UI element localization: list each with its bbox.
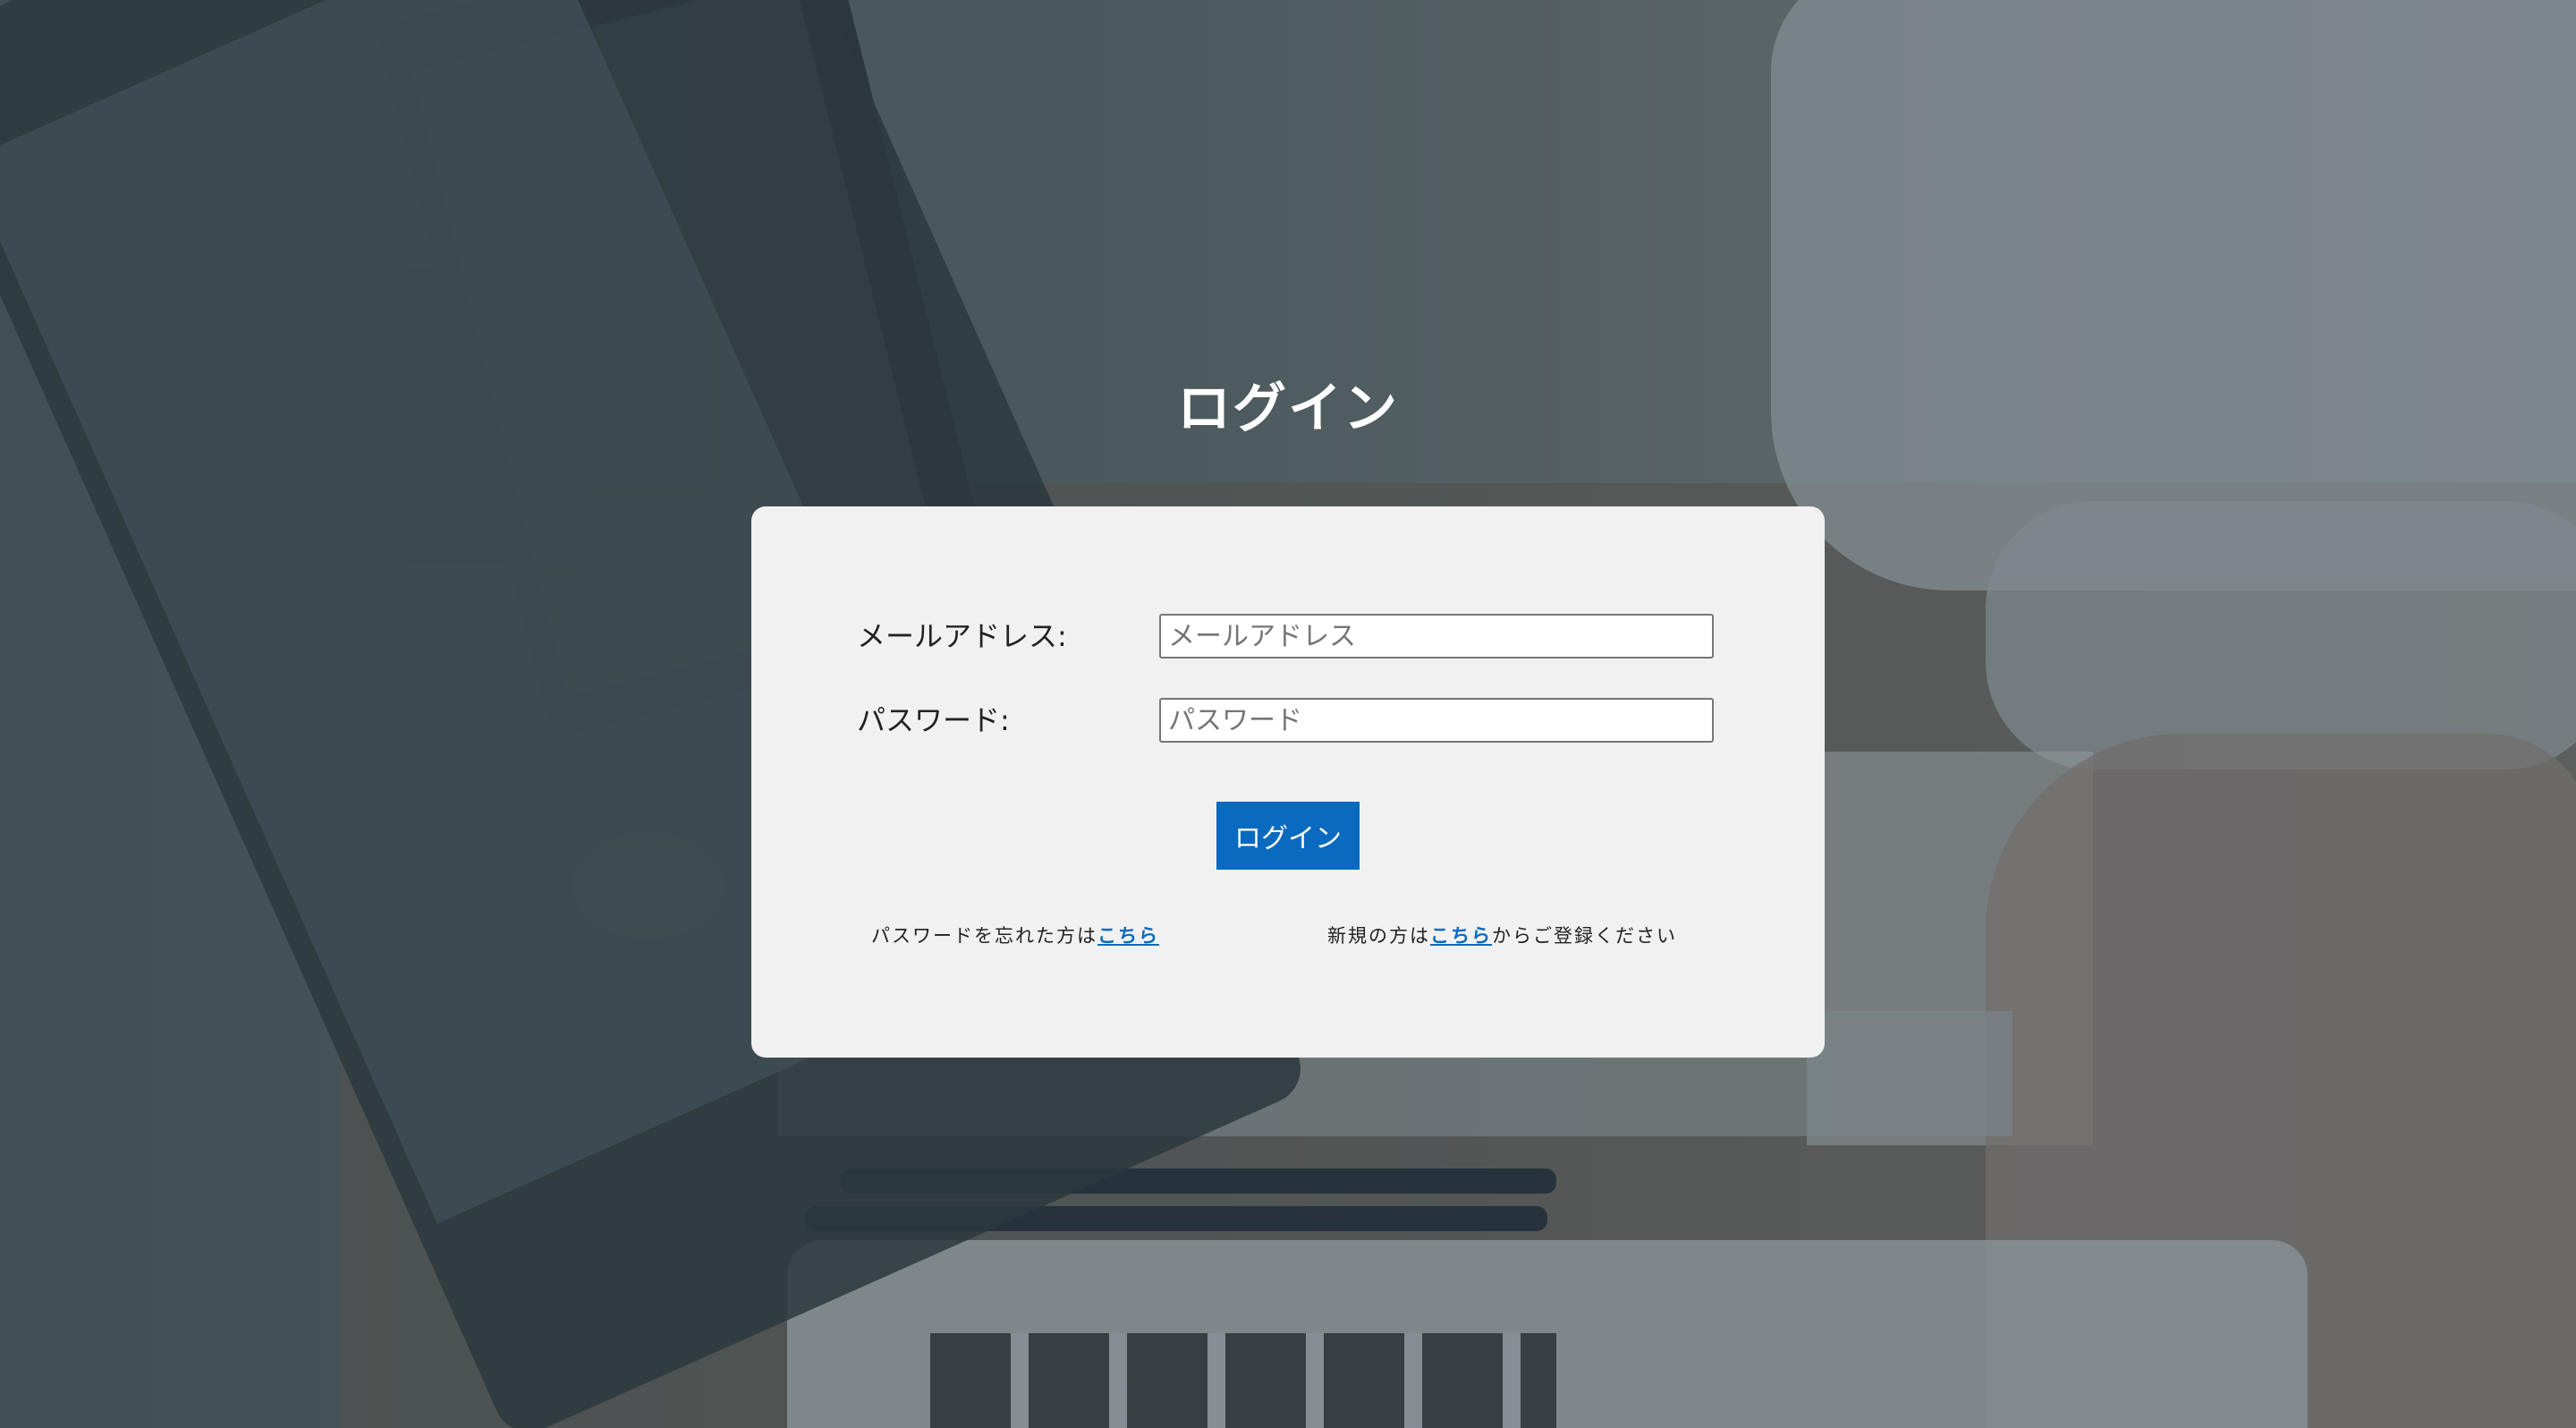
register-suffix: からご登録ください [1492, 925, 1677, 947]
register-text: 新規の方はこちらからご登録ください [1327, 922, 1677, 948]
email-input[interactable] [1159, 614, 1714, 659]
register-prefix: 新規の方は [1327, 925, 1430, 947]
forgot-password-text: パスワードを忘れた方はこちら [871, 922, 1159, 948]
forgot-password-link[interactable]: こちら [1097, 925, 1159, 947]
register-link[interactable]: こちら [1430, 925, 1492, 947]
login-button[interactable]: ログイン [1216, 802, 1360, 870]
forgot-password-prefix: パスワードを忘れた方は [871, 925, 1097, 947]
password-input[interactable] [1159, 698, 1714, 743]
page-title: ログイン [1177, 378, 1399, 440]
password-label: パスワード: [857, 703, 1010, 737]
email-label: メールアドレス: [857, 619, 1067, 653]
login-form-card: メールアドレス: パスワード: ログイン パスワードを忘れた方はこちら 新規の方… [751, 506, 1825, 1058]
